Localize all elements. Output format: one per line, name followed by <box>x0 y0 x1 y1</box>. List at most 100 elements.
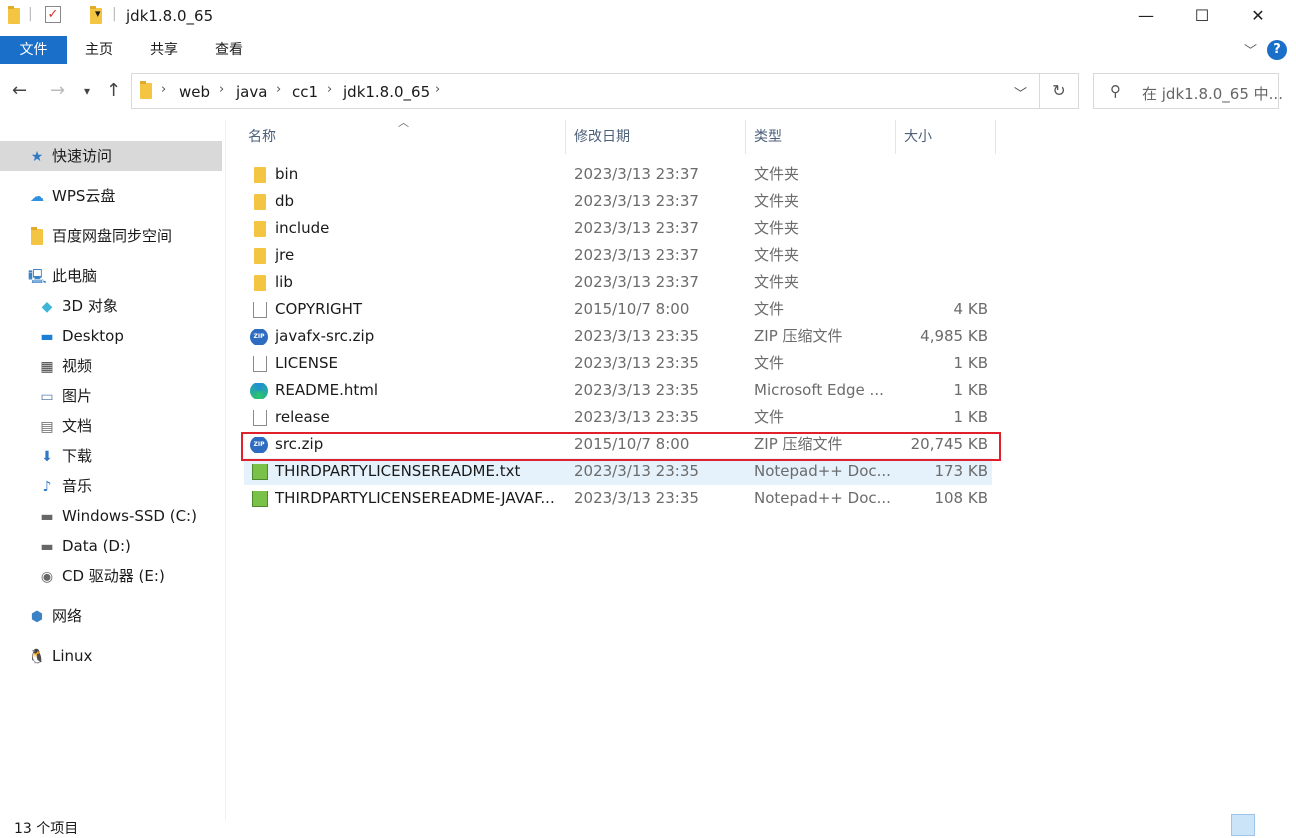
column-header-name[interactable]: 名称 <box>240 120 566 154</box>
large-icons-view-icon[interactable] <box>1262 814 1286 836</box>
file-row[interactable]: README.html 2023/3/13 23:35 Microsoft Edge… <box>244 377 992 404</box>
details-view-icon[interactable] <box>1231 814 1255 836</box>
folder-icon <box>250 194 270 210</box>
file-type: ZIP 压缩文件 <box>754 327 843 345</box>
file-row[interactable]: db 2023/3/13 23:37 文件夹 <box>244 188 992 215</box>
sidebar-item-baidu[interactable]: 百度网盘同步空间 <box>0 221 222 251</box>
file-row[interactable]: THIRDPARTYLICENSEREADME-JAVAF... 2023/3/1… <box>244 485 992 512</box>
recent-locations-icon[interactable]: ▾ <box>84 84 90 98</box>
sidebar-item-3d-objects[interactable]: ◆ 3D 对象 <box>0 291 222 321</box>
tab-view[interactable]: 查看 <box>197 36 261 64</box>
window-title: jdk1.8.0_65 <box>126 7 214 25</box>
status-bar: 13 个项目 <box>0 814 1296 837</box>
file-name: jre <box>275 246 295 264</box>
file-row[interactable]: THIRDPARTYLICENSEREADME.txt 2023/3/13 23:… <box>244 458 992 485</box>
file-name: lib <box>275 273 293 291</box>
chevron-down-icon[interactable]: ﹀ <box>1014 83 1027 102</box>
chevron-right-icon[interactable]: › <box>435 82 440 97</box>
column-header-type[interactable]: 类型 <box>746 120 896 154</box>
file-row[interactable]: release 2023/3/13 23:35 文件 1 KB <box>244 404 992 431</box>
file-row[interactable]: lib 2023/3/13 23:37 文件夹 <box>244 269 992 296</box>
file-name: release <box>275 408 330 426</box>
search-input[interactable]: 在 jdk1.8.0_65 中... <box>1142 83 1283 104</box>
file-type: 文件夹 <box>754 192 800 210</box>
file-row[interactable]: include 2023/3/13 23:37 文件夹 <box>244 215 992 242</box>
item-count: 13 个项目 <box>14 821 79 837</box>
tab-home[interactable]: 主页 <box>67 36 131 64</box>
forward-icon[interactable]: → <box>50 80 65 101</box>
file-row[interactable]: bin 2023/3/13 23:37 文件夹 <box>244 161 992 188</box>
file-date: 2023/3/13 23:35 <box>574 381 699 399</box>
search-icon: ⚲ <box>1110 82 1121 100</box>
file-row[interactable]: ZIP javafx-src.zip 2023/3/13 23:35 ZIP 压缩文件… <box>244 323 992 350</box>
file-date: 2023/3/13 23:37 <box>574 165 699 183</box>
file-date: 2023/3/13 23:35 <box>574 489 699 507</box>
sidebar-item-desktop[interactable]: ▬ Desktop <box>0 321 222 351</box>
breadcrumb-java[interactable]: java <box>236 83 267 101</box>
sidebar-item-documents[interactable]: ▤ 文档 <box>0 411 222 441</box>
column-header-size[interactable]: 大小 <box>896 120 996 154</box>
close-button[interactable]: ✕ <box>1230 0 1286 34</box>
sidebar-item-label: Linux <box>52 647 93 665</box>
file-size: 1 KB <box>953 354 988 372</box>
chevron-right-icon[interactable]: › <box>161 82 166 97</box>
properties-icon[interactable]: ✓ <box>45 6 61 23</box>
file-type: 文件夹 <box>754 273 800 291</box>
sidebar-item-d-drive[interactable]: ▬ Data (D:) <box>0 531 222 561</box>
expand-ribbon-icon[interactable]: ﹀ <box>1244 40 1257 59</box>
search-box[interactable]: ⚲ 在 jdk1.8.0_65 中... <box>1093 73 1283 109</box>
file-date: 2023/3/13 23:37 <box>574 246 699 264</box>
star-icon: ★ <box>30 149 44 165</box>
file-name: LICENSE <box>275 354 338 372</box>
file-type: 文件 <box>754 300 785 318</box>
back-icon[interactable]: ← <box>12 80 27 101</box>
file-name: bin <box>275 165 299 183</box>
address-bar[interactable]: › web › java › cc1 › jdk1.8.0_65 › ﹀ <box>131 73 1040 109</box>
file-size: 1 KB <box>953 408 988 426</box>
sidebar-item-quick-access[interactable]: ★ 快速访问 <box>0 141 222 171</box>
minimize-button[interactable]: — <box>1118 0 1174 34</box>
folder-icon[interactable] <box>8 6 20 24</box>
file-row[interactable]: LICENSE 2023/3/13 23:35 文件 1 KB <box>244 350 992 377</box>
sidebar-item-cd-drive[interactable]: ◉ CD 驱动器 (E:) <box>0 561 222 591</box>
file-row[interactable]: jre 2023/3/13 23:37 文件夹 <box>244 242 992 269</box>
breadcrumb-cc1[interactable]: cc1 <box>292 83 318 101</box>
file-name: db <box>275 192 295 210</box>
customize-toolbar-icon[interactable]: ▾ <box>95 7 101 25</box>
file-type: Notepad++ Doc... <box>754 489 891 507</box>
sidebar-item-this-pc[interactable]: 🖳 此电脑 <box>0 261 222 291</box>
sidebar-item-pictures[interactable]: ▭ 图片 <box>0 381 222 411</box>
sidebar-item-videos[interactable]: ▦ 视频 <box>0 351 222 381</box>
file-icon <box>250 410 270 426</box>
sidebar-item-label: Data (D:) <box>62 537 131 555</box>
breadcrumb-web[interactable]: web <box>179 83 210 101</box>
maximize-button[interactable]: ☐ <box>1174 0 1230 34</box>
file-row[interactable]: COPYRIGHT 2015/10/7 8:00 文件 4 KB <box>244 296 992 323</box>
tab-file[interactable]: 文件 <box>0 36 67 64</box>
notepadpp-icon <box>250 464 270 480</box>
folder-icon <box>250 167 270 183</box>
folder-icon <box>250 221 270 237</box>
breadcrumb-jdk[interactable]: jdk1.8.0_65 <box>343 83 430 101</box>
up-icon[interactable]: ↑ <box>106 80 121 101</box>
chevron-right-icon[interactable]: › <box>219 82 224 97</box>
sidebar-item-label: 3D 对象 <box>62 297 118 315</box>
sidebar-item-music[interactable]: ♪ 音乐 <box>0 471 222 501</box>
refresh-button[interactable]: ↻ <box>1040 73 1079 109</box>
file-name: include <box>275 219 330 237</box>
sidebar-item-downloads[interactable]: ⬇ 下载 <box>0 441 222 471</box>
sidebar-item-c-drive[interactable]: ▬ Windows-SSD (C:) <box>0 501 222 531</box>
chevron-right-icon[interactable]: › <box>276 82 281 97</box>
tab-share[interactable]: 共享 <box>131 36 197 64</box>
sidebar-item-network[interactable]: ⬢ 网络 <box>0 601 222 631</box>
file-type: Notepad++ Doc... <box>754 462 891 480</box>
sidebar-item-wps-cloud[interactable]: ☁ WPS云盘 <box>0 181 222 211</box>
cd-drive-icon: ◉ <box>40 569 54 585</box>
chevron-right-icon[interactable]: › <box>327 82 332 97</box>
sidebar-item-label: 快速访问 <box>52 147 113 165</box>
column-header-date[interactable]: 修改日期 <box>566 120 746 154</box>
sidebar-item-linux[interactable]: 🐧 Linux <box>0 641 222 671</box>
help-icon[interactable]: ? <box>1267 40 1287 60</box>
pane-divider[interactable] <box>225 120 226 820</box>
file-type: 文件夹 <box>754 246 800 264</box>
